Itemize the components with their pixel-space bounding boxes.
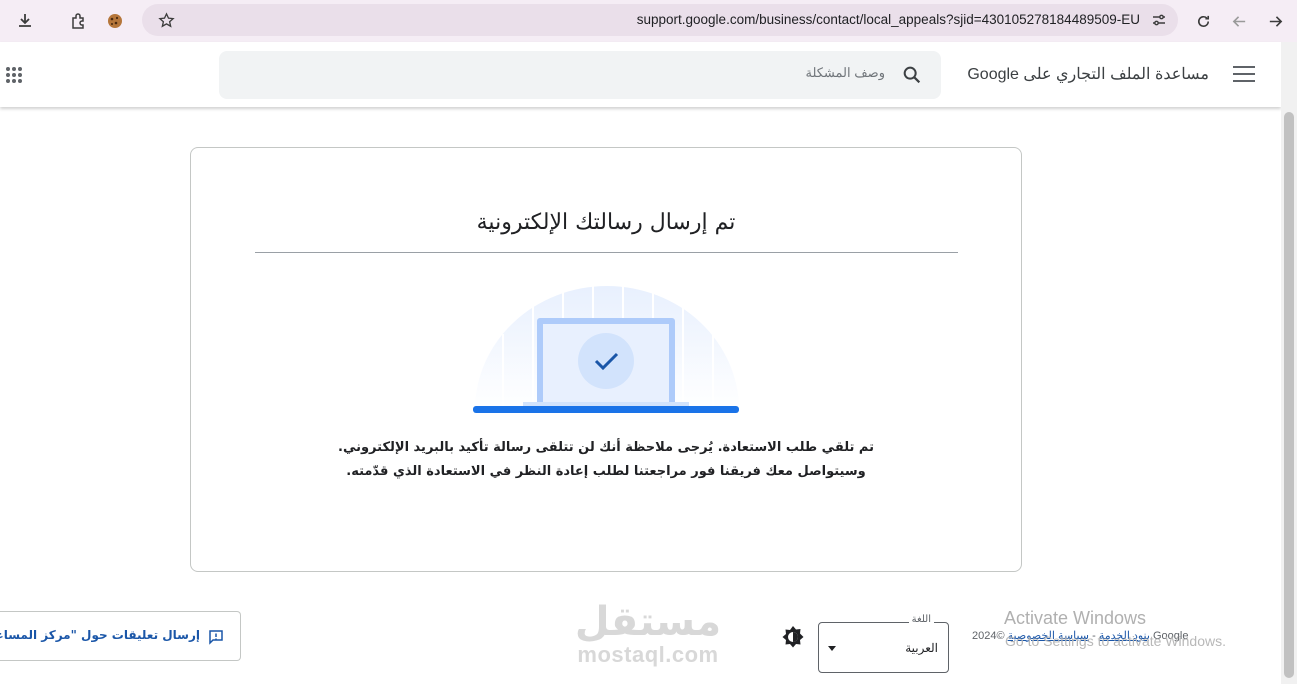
card-divider: [255, 252, 958, 253]
send-feedback-button[interactable]: إرسال تعليقات حول "مركز المساعدة": [0, 611, 241, 661]
url-text[interactable]: support.google.com/business/contact/loca…: [637, 12, 1140, 27]
download-icon[interactable]: [11, 7, 39, 35]
page-scrollbar[interactable]: [1281, 42, 1297, 684]
reload-icon[interactable]: [1189, 7, 1217, 35]
feedback-icon: [208, 629, 224, 649]
product-title[interactable]: مساعدة الملف التجاري على Google: [967, 64, 1209, 84]
confirmation-card: تم إرسال رسالتك الإلكترونية تم تلقي طلب …: [190, 147, 1022, 572]
activate-windows-subtitle: Go to Settings to activate Windows.: [1005, 633, 1226, 649]
activate-windows-title: Activate Windows: [1004, 608, 1147, 628]
address-bar[interactable]: support.google.com/business/contact/loca…: [142, 4, 1178, 36]
forward-icon[interactable]: [1261, 7, 1289, 35]
back-icon[interactable]: [1225, 7, 1253, 35]
message-line-1: تم تلقي طلب الاستعادة. يُرجى ملاحظة أنك …: [338, 440, 874, 455]
feedback-label: إرسال تعليقات حول "مركز المساعدة": [0, 628, 200, 642]
email-sent-illustration: [473, 284, 741, 416]
browser-toolbar: support.google.com/business/contact/loca…: [0, 0, 1297, 42]
menu-icon[interactable]: [1233, 66, 1255, 84]
language-select[interactable]: اللغة العربية: [818, 614, 949, 673]
language-legend: اللغة: [908, 614, 934, 625]
extensions-icon[interactable]: [65, 7, 93, 35]
site-settings-icon[interactable]: [1145, 6, 1173, 34]
apps-grid-icon[interactable]: [6, 67, 22, 83]
mostaql-watermark: مستقل mostaql.com: [567, 600, 729, 666]
watermark-latin: mostaql.com: [577, 642, 719, 667]
confirmation-message: تم تلقي طلب الاستعادة. يُرجى ملاحظة أنك …: [191, 436, 1021, 484]
search-placeholder: وصف المشكلة: [805, 65, 885, 80]
bookmark-star-icon[interactable]: [152, 6, 180, 34]
language-value: العربية: [905, 641, 938, 655]
watermark-arabic: مستقل: [574, 599, 722, 645]
message-line-2: وسيتواصل معك فريقنا فور مراجعتنا لطلب إع…: [346, 464, 866, 479]
search-icon[interactable]: [901, 64, 923, 90]
card-title: تم إرسال رسالتك الإلكترونية: [476, 210, 736, 235]
theme-toggle-icon[interactable]: [780, 624, 806, 650]
cookie-icon[interactable]: [101, 7, 129, 35]
app-header: وصف المشكلة مساعدة الملف التجاري على Goo…: [0, 42, 1281, 107]
search-input[interactable]: وصف المشكلة: [219, 51, 941, 99]
chevron-down-icon: [828, 646, 836, 651]
scrollbar-thumb[interactable]: [1284, 112, 1294, 678]
